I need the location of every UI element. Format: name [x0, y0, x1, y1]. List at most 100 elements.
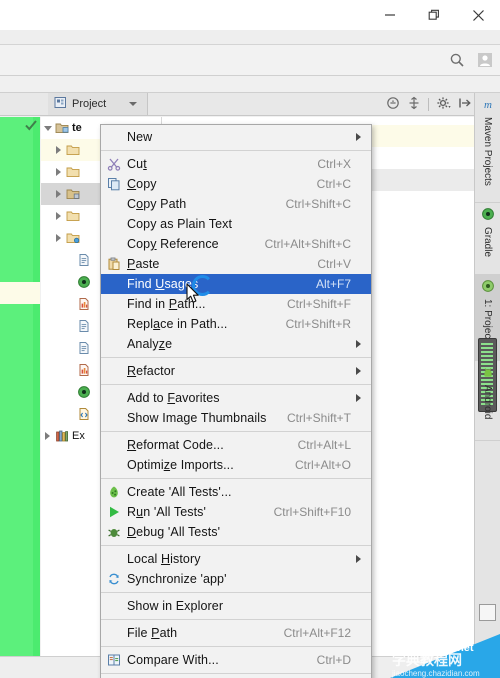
menu-item-label: Local History [127, 552, 201, 566]
right-strip-tab-android[interactable]: Android [475, 361, 500, 441]
submenu-arrow-icon [351, 133, 365, 141]
menu-separator [101, 545, 371, 546]
menu-item-copy[interactable]: Copy Ctrl+C [101, 174, 371, 194]
menu-item-create-all-tests[interactable]: Create 'All Tests'... [101, 482, 371, 502]
context-menu[interactable]: New Cut Ctrl+X Copy Ctrl+C Copy Path Ctrl+Shif… [100, 124, 372, 678]
menu-item-shortcut: Ctrl+Shift+T [286, 411, 351, 425]
menu-item-shortcut: Alt+F7 [315, 277, 351, 291]
menu-item-label: Reformat Code... [127, 438, 224, 452]
green-overlay-gap [0, 282, 40, 304]
menu-item-show-in-explorer[interactable]: Show in Explorer [101, 596, 371, 616]
gradle-file-icon [76, 385, 92, 399]
menu-item-cut[interactable]: Cut Ctrl+X [101, 154, 371, 174]
compare-icon [101, 653, 127, 667]
submenu-arrow-icon [351, 555, 365, 563]
menu-item-refactor[interactable]: Refactor [101, 361, 371, 381]
menu-item-label: Show Image Thumbnails [127, 411, 267, 425]
menu-item-add-to-favorites[interactable]: Add to Favorites [101, 388, 371, 408]
settings-gear-icon[interactable] [436, 96, 451, 113]
ide-window: Project te Ex m Maven Projects Gradle 1:… [0, 0, 500, 678]
android-icon [481, 365, 495, 382]
chevron-down-icon[interactable] [41, 125, 54, 131]
chevron-right-icon[interactable] [52, 168, 65, 176]
right-tool-strip: m Maven Projects Gradle 1: Project Android [474, 93, 500, 657]
menu-item-label: Copy [127, 177, 157, 191]
folder-icon [65, 165, 81, 179]
gradle-icon [481, 207, 495, 224]
menu-item-find-in-path[interactable]: Find in Path... Ctrl+Shift+F [101, 294, 371, 314]
search-icon[interactable] [446, 49, 468, 71]
menu-item-find-usages[interactable]: Find Usages Alt+F7 [101, 274, 371, 294]
menu-item-paste[interactable]: Paste Ctrl+V [101, 254, 371, 274]
main-menu-bar[interactable] [0, 30, 500, 45]
properties-file-icon [76, 363, 92, 377]
file-icon [76, 341, 92, 355]
menu-item-optimize-imports[interactable]: Optimize Imports... Ctrl+Alt+O [101, 455, 371, 475]
menu-item-label: Compare With... [127, 653, 219, 667]
menu-item-label: Find in Path... [127, 297, 206, 311]
menu-item-show-image-thumbnails[interactable]: Show Image Thumbnails Ctrl+Shift+T [101, 408, 371, 428]
menu-item-shortcut: Ctrl+Shift+F [286, 297, 351, 311]
tool-window-tab-label: Project [72, 98, 107, 110]
menu-item-compare-with[interactable]: Compare With... Ctrl+D [101, 650, 371, 670]
window-title-bar [0, 0, 500, 30]
test-create-icon [101, 485, 127, 499]
chevron-right-icon[interactable] [52, 234, 65, 242]
menu-item-copy-reference[interactable]: Copy Reference Ctrl+Alt+Shift+C [101, 234, 371, 254]
folder-source-icon [65, 187, 81, 201]
expand-all-icon[interactable] [407, 96, 421, 113]
menu-item-label: Debug 'All Tests' [127, 525, 221, 539]
tool-window-actions [386, 93, 472, 115]
menu-item-local-history[interactable]: Local History [101, 549, 371, 569]
folder-res-icon [65, 231, 81, 245]
menu-item-synchronize-app[interactable]: Synchronize 'app' [101, 569, 371, 589]
chevron-right-icon[interactable] [52, 212, 65, 220]
restore-icon[interactable] [412, 0, 456, 30]
collapse-all-icon[interactable] [386, 96, 400, 113]
chevron-right-icon[interactable] [41, 432, 54, 440]
tool-window-tab-project[interactable]: Project [48, 93, 148, 115]
green-selection-overlay [0, 117, 40, 673]
menu-item-run-all-tests[interactable]: Run 'All Tests' Ctrl+Shift+F10 [101, 502, 371, 522]
run-icon [101, 505, 127, 519]
chevron-right-icon[interactable] [52, 190, 65, 198]
close-icon[interactable] [456, 0, 500, 30]
user-avatar-icon[interactable] [474, 49, 496, 71]
right-strip-tab-gradle[interactable]: Gradle [475, 203, 500, 275]
loading-spinner-icon [192, 275, 213, 296]
menu-separator [101, 673, 371, 674]
checkmark-icon [24, 118, 38, 135]
menu-separator [101, 619, 371, 620]
toolbar-divider [428, 97, 429, 111]
navigation-bar[interactable] [0, 76, 500, 93]
menu-separator [101, 357, 371, 358]
toolbar-right-group [446, 45, 496, 75]
menu-item-file-path[interactable]: File Path Ctrl+Alt+F12 [101, 623, 371, 643]
right-strip-tab-label: Maven Projects [482, 117, 493, 186]
menu-item-replace-in-path[interactable]: Replace in Path... Ctrl+Shift+R [101, 314, 371, 334]
menu-item-debug-all-tests[interactable]: Debug 'All Tests' [101, 522, 371, 542]
menu-item-label: Cut [127, 157, 147, 171]
menu-item-copy-path[interactable]: Copy Path Ctrl+Shift+C [101, 194, 371, 214]
menu-item-analyze[interactable]: Analyze [101, 334, 371, 354]
menu-item-new[interactable]: New [101, 127, 371, 147]
chevron-right-icon[interactable] [52, 146, 65, 154]
menu-item-label: Synchronize 'app' [127, 572, 227, 586]
menu-item-reformat-code[interactable]: Reformat Code... Ctrl+Alt+L [101, 435, 371, 455]
gradle-file-icon [76, 275, 92, 289]
menu-item-shortcut: Ctrl+C [316, 177, 351, 191]
menu-separator [101, 384, 371, 385]
minimize-icon[interactable] [368, 0, 412, 30]
menu-item-shortcut: Ctrl+Alt+Shift+C [264, 237, 351, 251]
menu-item-label: Create 'All Tests'... [127, 485, 232, 499]
right-strip-tab-maven-projects[interactable]: m Maven Projects [475, 93, 500, 203]
main-toolbar [0, 45, 500, 76]
menu-item-copy-as-plain-text[interactable]: Copy as Plain Text [101, 214, 371, 234]
project-icon [481, 279, 495, 296]
maven-icon: m [481, 97, 495, 114]
file-icon [76, 253, 92, 267]
menu-item-shortcut: Ctrl+Shift+R [285, 317, 351, 331]
chevron-down-icon[interactable] [129, 102, 138, 106]
hide-icon[interactable] [458, 96, 472, 113]
menu-item-label: Add to Favorites [127, 391, 220, 405]
